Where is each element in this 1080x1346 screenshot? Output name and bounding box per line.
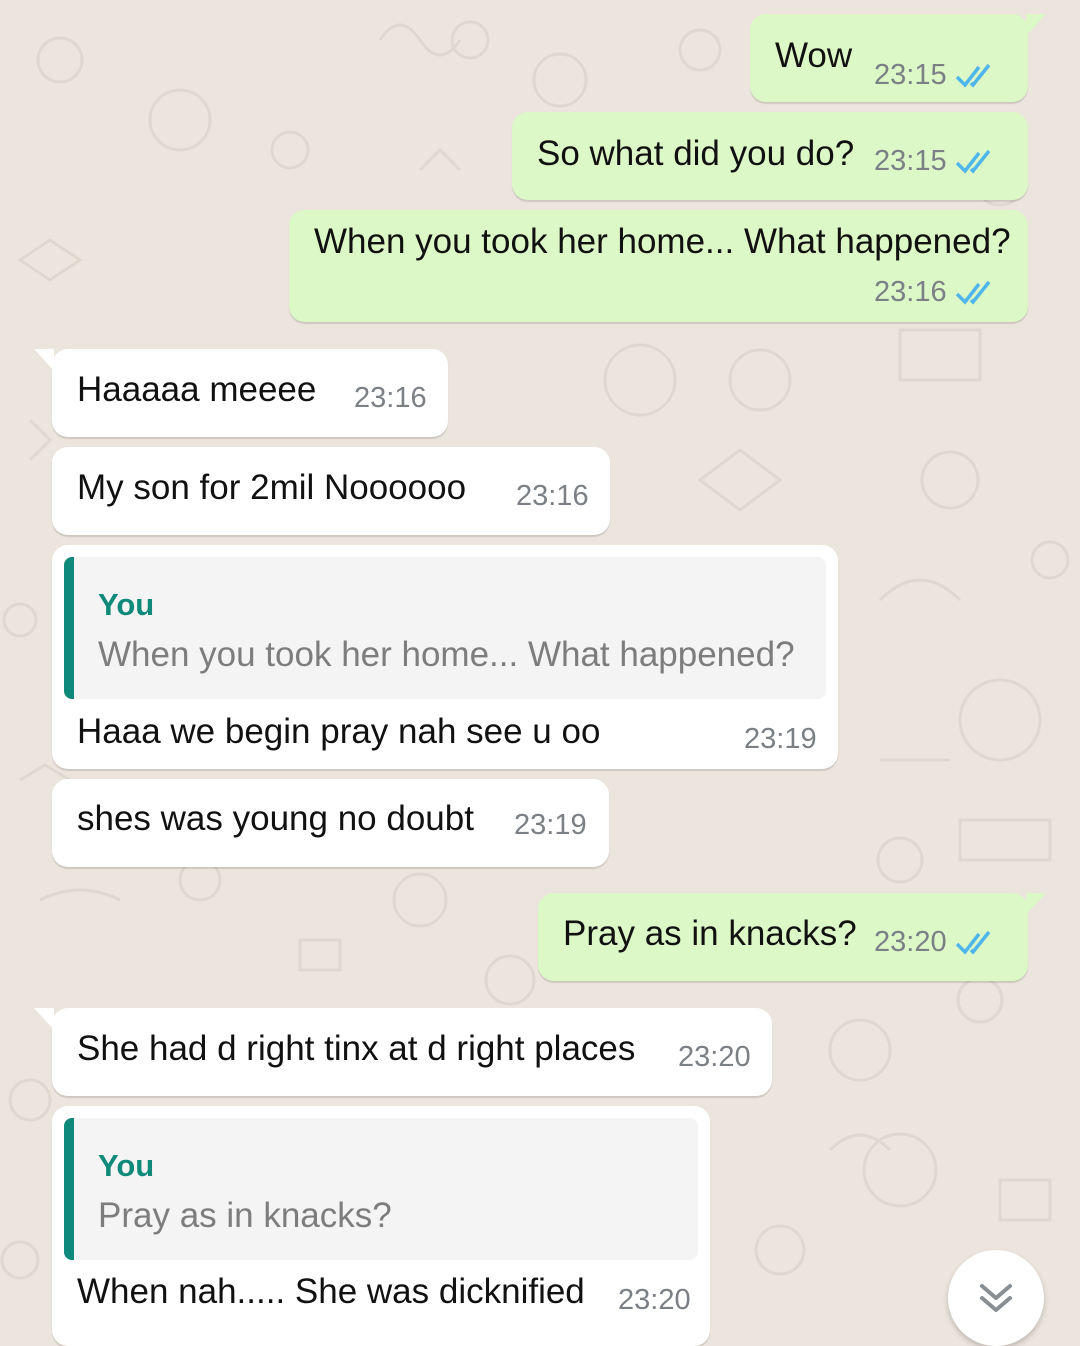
incoming-message[interactable]: My son for 2mil Noooooo 23:16 bbox=[52, 447, 610, 535]
message-time: 23:20 bbox=[874, 926, 947, 958]
message-text: My son for 2mil Noooooo bbox=[77, 468, 467, 507]
incoming-message[interactable]: shes was young no doubt 23:19 bbox=[52, 779, 609, 867]
message-meta: 23:16 bbox=[874, 276, 999, 309]
outgoing-message[interactable]: So what did you do? 23:15 bbox=[512, 112, 1028, 200]
incoming-message[interactable]: She had d right tinx at d right places 2… bbox=[34, 1008, 772, 1096]
message-time: 23:15 bbox=[874, 59, 947, 91]
message-text: Haaaaa meeee bbox=[77, 370, 317, 409]
message-meta: 23:19 bbox=[514, 809, 587, 842]
message-meta: 23:16 bbox=[516, 480, 589, 513]
quote-text: Pray as in knacks? bbox=[98, 1196, 392, 1235]
incoming-reply-message[interactable]: You Pray as in knacks? When nah..... She… bbox=[52, 1106, 710, 1346]
quoted-message[interactable]: You Pray as in knacks? bbox=[64, 1118, 698, 1260]
message-text: Wow bbox=[775, 36, 853, 75]
quote-author: You bbox=[98, 587, 155, 622]
message-time: 23:19 bbox=[744, 723, 817, 755]
message-text: Pray as in knacks? bbox=[563, 914, 857, 953]
read-receipt-icon bbox=[955, 280, 990, 305]
quote-accent-bar bbox=[64, 1118, 74, 1260]
message-meta: 23:15 bbox=[874, 59, 999, 92]
quote-accent-bar bbox=[64, 557, 74, 699]
message-time: 23:16 bbox=[516, 480, 589, 512]
message-meta: 23:16 bbox=[354, 382, 427, 415]
message-time: 23:20 bbox=[618, 1284, 691, 1316]
quoted-message[interactable]: You When you took her home... What happe… bbox=[64, 557, 826, 699]
incoming-message[interactable]: Haaaaa meeee 23:16 bbox=[34, 349, 448, 437]
message-meta: 23:20 bbox=[678, 1041, 751, 1074]
message-meta: 23:15 bbox=[874, 145, 999, 178]
message-time: 23:16 bbox=[874, 276, 947, 308]
message-time: 23:20 bbox=[678, 1041, 751, 1073]
message-text: shes was young no doubt bbox=[77, 799, 474, 838]
read-receipt-icon bbox=[955, 149, 990, 174]
message-meta: 23:20 bbox=[618, 1284, 691, 1317]
message-text: So what did you do? bbox=[537, 134, 855, 173]
message-time: 23:16 bbox=[354, 382, 427, 414]
message-time: 23:15 bbox=[874, 145, 947, 177]
outgoing-message[interactable]: Pray as in knacks? 23:20 bbox=[538, 893, 1046, 981]
outgoing-message[interactable]: Wow 23:15 bbox=[750, 14, 1046, 102]
double-chevron-down-icon bbox=[980, 1284, 1012, 1312]
message-text: Haaa we begin pray nah see u oo bbox=[77, 712, 601, 751]
read-receipt-icon bbox=[955, 63, 990, 88]
quote-author: You bbox=[98, 1148, 155, 1183]
message-meta: 23:19 bbox=[744, 723, 817, 756]
scroll-to-bottom-button[interactable] bbox=[948, 1250, 1044, 1346]
read-receipt-icon bbox=[955, 930, 990, 955]
message-meta: 23:20 bbox=[874, 926, 999, 959]
message-text: She had d right tinx at d right places bbox=[77, 1029, 636, 1068]
quote-text: When you took her home... What happened? bbox=[98, 635, 795, 674]
message-time: 23:19 bbox=[514, 809, 587, 841]
incoming-reply-message[interactable]: You When you took her home... What happe… bbox=[52, 545, 838, 769]
message-text: When nah..... She was dicknified bbox=[77, 1272, 585, 1311]
outgoing-message[interactable]: When you took her home... What happened?… bbox=[289, 210, 1028, 322]
message-text: When you took her home... What happened? bbox=[314, 222, 1011, 261]
